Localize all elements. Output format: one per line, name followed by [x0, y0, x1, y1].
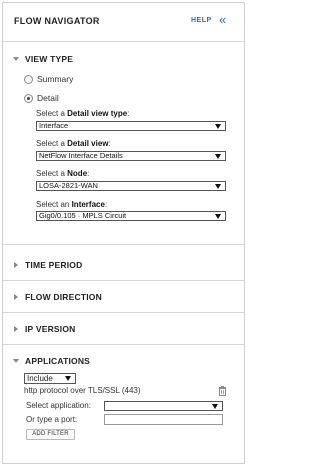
section-divider: [3, 344, 244, 345]
section-applications: APPLICATIONS: [3, 352, 244, 372]
label-prefix: Select a: [36, 109, 68, 118]
section-ip-version: IP VERSION: [3, 320, 244, 340]
add-filter-button[interactable]: ADD FILTER: [26, 429, 75, 440]
dropdown-arrow-icon: [65, 376, 71, 381]
detail-view-label: Select a Detail view:: [36, 139, 111, 148]
select-application-label: Select application:: [26, 401, 91, 410]
interface-select[interactable]: Gig0/0.105 · MPLS Circuit: [36, 211, 226, 221]
label-bold: Interface: [71, 200, 105, 209]
ip-version-title: IP VERSION: [25, 324, 76, 334]
applications-title: APPLICATIONS: [25, 356, 91, 366]
dropdown-arrow-icon: [215, 154, 221, 159]
chevron-down-icon: [13, 359, 19, 363]
include-value: Include: [27, 374, 53, 383]
radio-button-detail[interactable]: [24, 94, 33, 103]
detail-view-value: NetFlow Interface Details: [39, 151, 123, 160]
interface-value: Gig0/0.105 · MPLS Circuit: [39, 211, 127, 220]
port-input[interactable]: [104, 414, 223, 425]
applications-header[interactable]: APPLICATIONS: [3, 352, 244, 372]
include-select[interactable]: Include: [24, 373, 76, 384]
flow-direction-title: FLOW DIRECTION: [25, 292, 102, 302]
view-type-title: VIEW TYPE: [25, 54, 74, 64]
ip-version-header[interactable]: IP VERSION: [3, 320, 244, 340]
flow-direction-header[interactable]: FLOW DIRECTION: [3, 288, 244, 308]
panel-title: FLOW NAVIGATOR: [14, 16, 100, 26]
section-time-period: TIME PERIOD: [3, 256, 244, 276]
dropdown-arrow-icon: [215, 214, 221, 219]
section-divider: [3, 244, 244, 245]
port-label: Or type a port:: [26, 415, 78, 424]
interface-label: Select an Interface:: [36, 200, 107, 209]
view-type-header[interactable]: VIEW TYPE: [3, 50, 244, 70]
label-bold: Detail view: [67, 139, 109, 148]
node-value: LOSA-2821-WAN: [39, 181, 98, 190]
section-view-type: VIEW TYPE: [3, 50, 244, 70]
chevron-right-icon: [14, 294, 18, 300]
node-select[interactable]: LOSA-2821-WAN: [36, 181, 226, 191]
time-period-header[interactable]: TIME PERIOD: [3, 256, 244, 276]
radio-detail-label: Detail: [37, 93, 59, 103]
detail-view-select[interactable]: NetFlow Interface Details: [36, 151, 226, 161]
chevron-right-icon: [14, 262, 18, 268]
detail-view-type-label: Select a Detail view type:: [36, 109, 129, 118]
label-suffix: :: [104, 200, 108, 209]
chevron-right-icon: [14, 326, 18, 332]
radio-summary-label: Summary: [37, 74, 74, 84]
node-label: Select a Node:: [36, 169, 89, 178]
dropdown-arrow-icon: [215, 124, 221, 129]
panel-header: FLOW NAVIGATOR HELP «: [3, 3, 244, 42]
section-divider: [3, 312, 244, 313]
collapse-panel-icon[interactable]: «: [219, 13, 226, 26]
label-bold: Detail view type: [67, 109, 128, 118]
label-prefix: Select an: [36, 200, 72, 209]
label-suffix: :: [108, 139, 111, 148]
help-link[interactable]: HELP: [191, 17, 212, 24]
trash-icon[interactable]: [218, 386, 227, 396]
time-period-title: TIME PERIOD: [25, 260, 83, 270]
label-prefix: Select a: [36, 169, 68, 178]
label-prefix: Select a: [36, 139, 68, 148]
selected-application: http protocol over TLS/SSL (443): [24, 386, 141, 395]
detail-view-type-select[interactable]: Interface: [36, 121, 226, 131]
label-suffix: :: [87, 169, 90, 178]
select-application-dropdown[interactable]: [104, 401, 223, 411]
dropdown-arrow-icon: [212, 404, 218, 409]
section-flow-direction: FLOW DIRECTION: [3, 288, 244, 308]
label-bold: Node: [67, 169, 88, 178]
dropdown-arrow-icon: [215, 184, 221, 189]
section-divider: [3, 280, 244, 281]
radio-button-summary[interactable]: [24, 75, 33, 84]
detail-view-type-value: Interface: [39, 121, 69, 130]
chevron-down-icon: [13, 57, 19, 61]
label-suffix: :: [127, 109, 130, 118]
